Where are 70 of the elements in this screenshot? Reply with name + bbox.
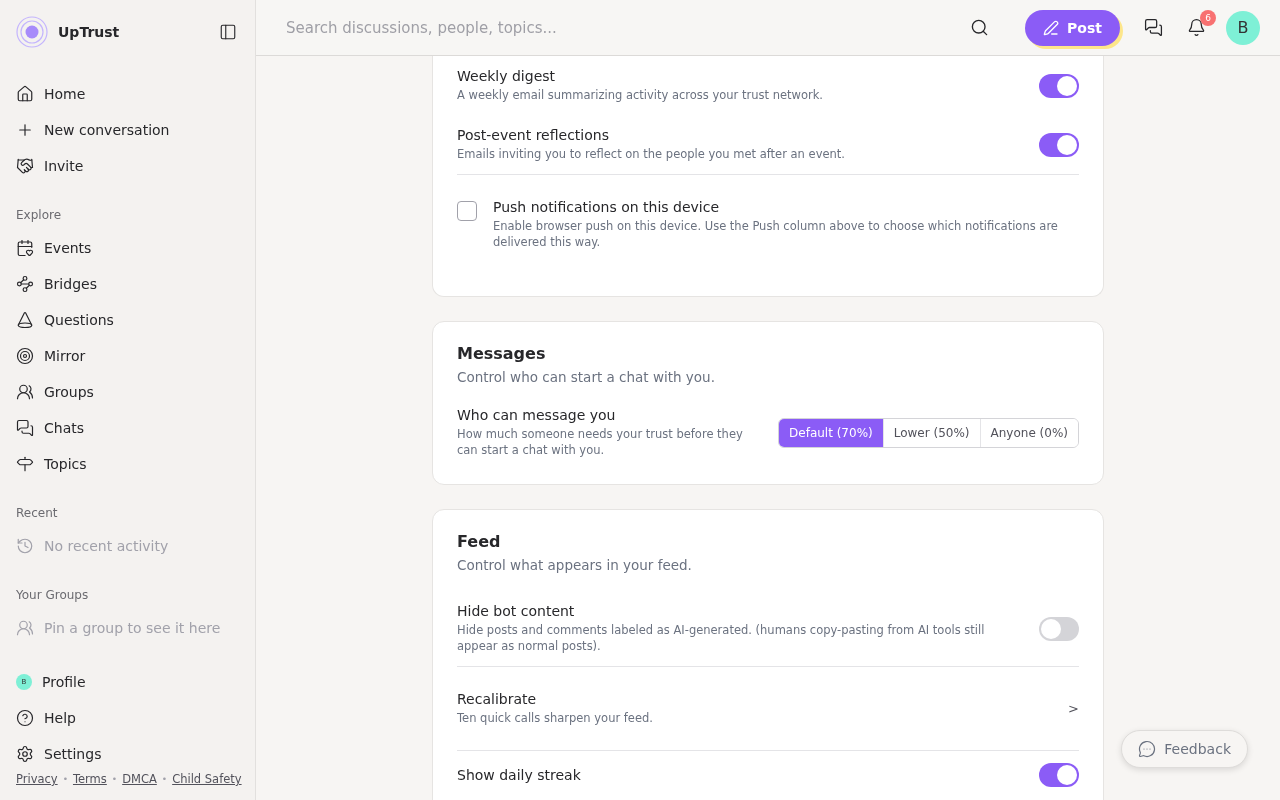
house-icon: [16, 85, 34, 103]
user-avatar[interactable]: B: [1226, 10, 1260, 45]
nav-item[interactable]: Topics: [16, 446, 241, 482]
brand-name: UpTrust: [58, 24, 121, 40]
people-icon: [16, 383, 34, 401]
setting-label: Weekly digest: [457, 68, 557, 84]
feedback-button[interactable]: Feedback: [1121, 730, 1248, 768]
help-icon: [16, 709, 34, 727]
history-icon: [16, 537, 34, 555]
setting-label: Recalibrate: [457, 691, 538, 707]
setting-description: Emails inviting you to reflect on the people you met after an event.: [457, 146, 846, 162]
nav-item[interactable]: Chats: [16, 410, 241, 446]
setting-description: Hide posts and comments labeled as AI-generated. (humans copy-pasting from AI tools still appear as normal posts).: [457, 622, 986, 654]
setting-label: Push notifications on this device: [493, 199, 721, 215]
chevron-text[interactable]: >: [1068, 701, 1079, 716]
settings-icon: [16, 745, 34, 763]
setting-label: Post-event reflections: [457, 127, 610, 143]
section-heading: Recent: [16, 506, 59, 520]
setting-label: Who can message you: [457, 407, 617, 423]
nav-item[interactable]: Bridges: [16, 266, 241, 302]
signpost-icon: [16, 455, 34, 473]
chat-bubble-icon: [1138, 740, 1157, 758]
toggle-switch[interactable]: [1039, 73, 1079, 98]
setting-description: Ten quick calls sharpen your feed.: [457, 710, 654, 726]
setting-description: Enable browser push on this device. Use the Push column above to choose which notifications are delivered this way.: [493, 218, 1059, 250]
people-icon: [16, 619, 34, 637]
nav-item[interactable]: New conversation: [16, 112, 241, 148]
footer-link[interactable]: Child Safety: [172, 772, 242, 786]
toggle-switch[interactable]: [1039, 616, 1079, 641]
setting-description: How much someone needs your trust before they can start a chat with you.: [457, 426, 744, 458]
separator-dot: •: [161, 774, 168, 784]
notification-count: 6: [1200, 10, 1216, 26]
search-field[interactable]: Search discussions, people, topics...: [284, 17, 951, 38]
separator-dot: •: [62, 774, 68, 784]
card-subtitle: Control who can start a chat with you.: [457, 369, 716, 385]
card-title: Feed: [457, 532, 502, 551]
nav-item[interactable]: Home: [16, 76, 241, 112]
nav-item[interactable]: Questions: [16, 302, 241, 338]
nav-item[interactable]: Invite: [16, 148, 241, 184]
setting-description: A weekly email summarizing activity across your trust network.: [457, 87, 824, 103]
target-icon: [16, 347, 34, 365]
footer-link[interactable]: DMCA: [122, 772, 157, 786]
setting-label: Hide bot content: [457, 603, 576, 619]
nav-item[interactable]: Mirror: [16, 338, 241, 374]
concentric-circles-logo: [16, 16, 48, 48]
post-button[interactable]: Post: [1025, 9, 1120, 46]
nav-item[interactable]: Events: [16, 230, 241, 266]
chat-bubbles-icon: [16, 419, 34, 437]
nav-item[interactable]: Help: [16, 700, 241, 736]
nav-item[interactable]: Settings: [16, 736, 241, 772]
bridge-icon: [16, 275, 34, 293]
cone-icon: [16, 311, 34, 329]
segment-option[interactable]: Anyone (0%): [979, 418, 1078, 447]
footer-link[interactable]: Terms: [72, 772, 107, 786]
section-heading: Explore: [16, 208, 63, 222]
toggle-switch[interactable]: [1039, 132, 1079, 157]
footer-link[interactable]: Privacy: [16, 772, 58, 786]
segment-option[interactable]: Default (70%): [779, 418, 883, 447]
checkbox[interactable]: [457, 201, 477, 221]
plus-icon: [16, 121, 34, 139]
separator-dot: •: [111, 774, 118, 784]
setting-label: Show daily streak: [457, 767, 582, 783]
toggle-switch[interactable]: [1039, 763, 1079, 787]
pencil-icon: [1043, 19, 1060, 36]
section-heading: Your Groups: [16, 588, 90, 602]
nav-item[interactable]: Groups: [16, 374, 241, 410]
card-subtitle: Control what appears in your feed.: [457, 557, 693, 573]
calendar-icon: [16, 239, 34, 257]
handshake-icon: [16, 157, 34, 175]
card-title: Messages: [457, 344, 547, 363]
